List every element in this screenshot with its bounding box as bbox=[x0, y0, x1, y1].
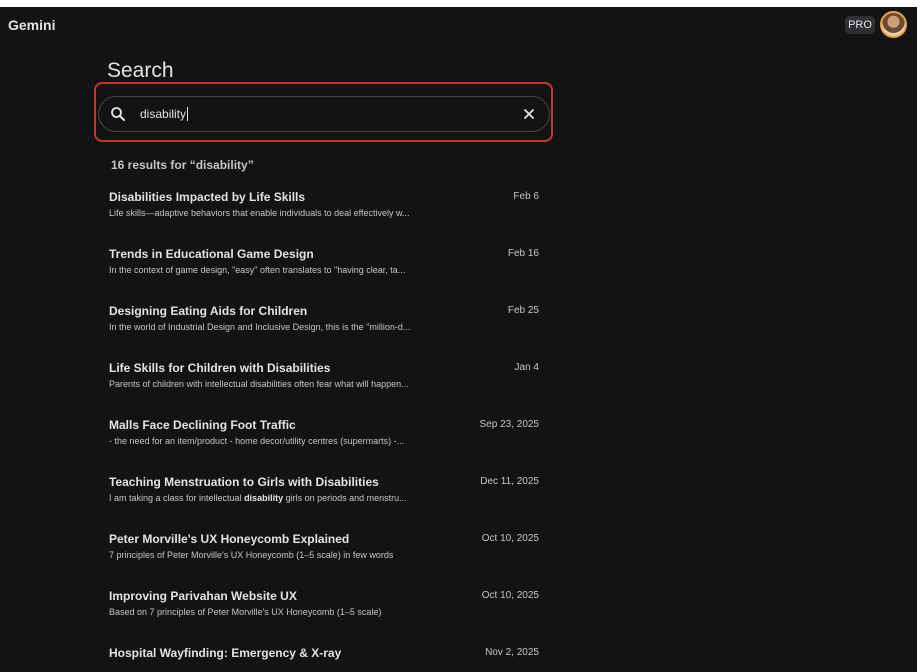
result-date: Feb 6 bbox=[513, 191, 539, 202]
result-date: Oct 10, 2025 bbox=[481, 590, 539, 601]
result-item[interactable]: Peter Morville's UX Honeycomb Explained … bbox=[109, 532, 541, 589]
result-date: Dec 11, 2025 bbox=[480, 476, 539, 487]
search-icon bbox=[110, 106, 126, 122]
result-snippet: I am taking a class for intellectual dis… bbox=[109, 493, 469, 503]
result-date: Nov 2, 2025 bbox=[485, 647, 539, 658]
page-title: Search bbox=[107, 59, 174, 82]
result-snippet: Life skills—adaptive behaviors that enab… bbox=[109, 208, 469, 218]
result-item[interactable]: Trends in Educational Game Design In the… bbox=[109, 247, 541, 304]
snippet-match-highlight: disability bbox=[244, 493, 284, 503]
app-window: Gemini PRO Search disability 16 results … bbox=[0, 7, 917, 672]
result-snippet: 7 principles of Peter Morville's UX Hone… bbox=[109, 550, 469, 560]
result-date: Jan 4 bbox=[514, 362, 539, 373]
result-snippet: In the world of Industrial Design and In… bbox=[109, 322, 469, 332]
snippet-text: 7 principles of Peter Morville's UX Hone… bbox=[109, 550, 394, 560]
search-bar[interactable]: disability bbox=[98, 96, 550, 132]
result-title: Disabilities Impacted by Life Skills bbox=[109, 190, 306, 204]
snippet-text: I am taking a class for intellectual bbox=[109, 493, 245, 503]
snippet-text: Parents of children with intellectual di… bbox=[109, 379, 409, 389]
result-title: Life Skills for Children with Disabiliti… bbox=[109, 361, 331, 375]
result-date: Feb 25 bbox=[507, 305, 539, 316]
result-item[interactable]: Teaching Menstruation to Girls with Disa… bbox=[109, 475, 541, 532]
result-title: Peter Morville's UX Honeycomb Explained bbox=[109, 532, 350, 546]
result-date: Sep 23, 2025 bbox=[479, 419, 540, 430]
result-title: Improving Parivahan Website UX bbox=[109, 589, 297, 603]
result-title: Hospital Wayfinding: Emergency & X-ray bbox=[109, 646, 342, 660]
avatar[interactable] bbox=[880, 11, 907, 38]
snippet-text: girls on periods and menstru... bbox=[283, 493, 407, 503]
result-item[interactable]: Life Skills for Children with Disabiliti… bbox=[109, 361, 541, 418]
results-list: Disabilities Impacted by Life Skills Lif… bbox=[109, 190, 541, 672]
result-item[interactable]: Malls Face Declining Foot Traffic - the … bbox=[109, 418, 541, 475]
result-snippet: - the need for an item/product - home de… bbox=[109, 436, 469, 446]
result-snippet: Parents of children with intellectual di… bbox=[109, 379, 469, 389]
snippet-text: - the need for an item/product - home de… bbox=[109, 436, 405, 446]
result-title: Teaching Menstruation to Girls with Disa… bbox=[109, 475, 379, 489]
snippet-text: In the world of Industrial Design and In… bbox=[109, 322, 411, 332]
result-snippet: Based on 7 principles of Peter Morville'… bbox=[109, 607, 469, 617]
result-date: Oct 10, 2025 bbox=[481, 533, 539, 544]
results-count: 16 results for “disability” bbox=[111, 158, 254, 172]
search-input-text: disability bbox=[140, 107, 187, 121]
result-date: Feb 16 bbox=[507, 248, 539, 259]
result-title: Malls Face Declining Foot Traffic bbox=[109, 418, 296, 432]
pro-badge[interactable]: PRO bbox=[845, 16, 875, 34]
snippet-text: Based on 7 principles of Peter Morville'… bbox=[109, 607, 382, 617]
result-title: Designing Eating Aids for Children bbox=[109, 304, 308, 318]
result-snippet: In the context of game design, "easy" of… bbox=[109, 265, 469, 275]
result-item[interactable]: Hospital Wayfinding: Emergency & X-ray N… bbox=[109, 646, 541, 672]
result-item[interactable]: Disabilities Impacted by Life Skills Lif… bbox=[109, 190, 541, 247]
result-item[interactable]: Improving Parivahan Website UX Based on … bbox=[109, 589, 541, 646]
snippet-text: In the context of game design, "easy" of… bbox=[109, 265, 406, 275]
text-caret bbox=[187, 107, 189, 121]
search-input[interactable]: disability bbox=[140, 107, 189, 121]
result-item[interactable]: Designing Eating Aids for Children In th… bbox=[109, 304, 541, 361]
snippet-text: Life skills—adaptive behaviors that enab… bbox=[109, 208, 410, 218]
result-title: Trends in Educational Game Design bbox=[109, 247, 314, 261]
app-title[interactable]: Gemini bbox=[8, 17, 55, 33]
close-icon[interactable] bbox=[522, 107, 536, 121]
